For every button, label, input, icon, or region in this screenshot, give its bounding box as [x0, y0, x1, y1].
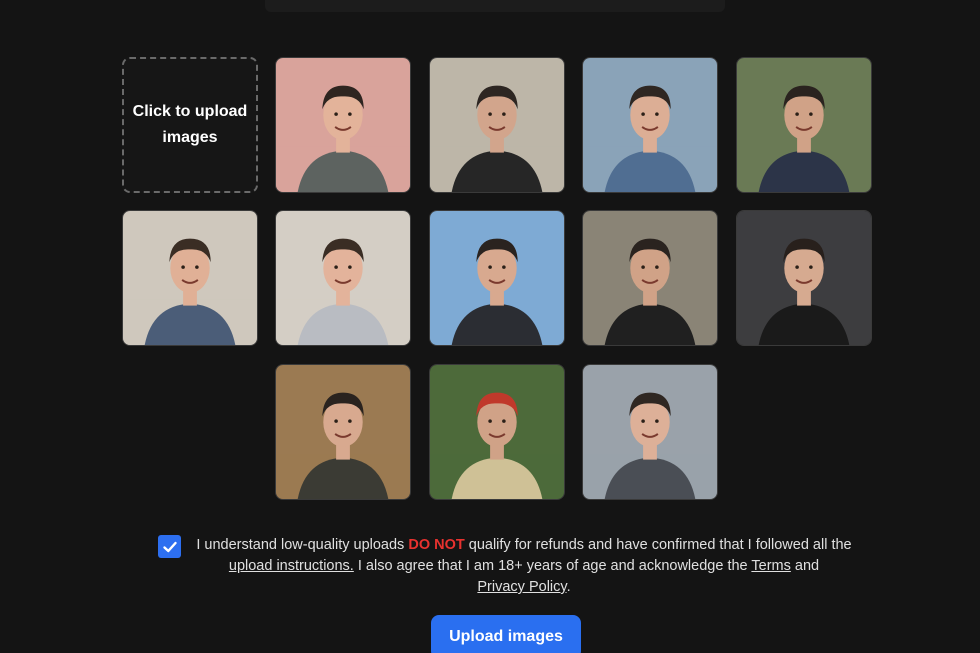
- privacy-policy-link[interactable]: Privacy Policy: [477, 579, 566, 595]
- photo-4[interactable]: [736, 57, 872, 193]
- upload-dropzone[interactable]: Click to upload images: [122, 57, 258, 193]
- photo-1[interactable]: [275, 57, 411, 193]
- photo-5[interactable]: [122, 210, 258, 346]
- photo-9[interactable]: [736, 210, 872, 346]
- photo-6[interactable]: [275, 210, 411, 346]
- consent-text-part: I also agree that I am 18+ years of age …: [353, 558, 752, 574]
- photo-3[interactable]: [582, 57, 718, 193]
- photo-2-image: [430, 58, 564, 192]
- upload-dropzone-label: Click to upload images: [132, 103, 248, 146]
- photo-1-image: [276, 58, 410, 192]
- do-not-emphasis: DO NOT: [408, 537, 465, 553]
- photo-2[interactable]: [429, 57, 565, 193]
- photo-8-image: [583, 211, 717, 345]
- photo-7[interactable]: [429, 210, 565, 346]
- consent-text-part: and: [790, 558, 820, 574]
- photo-11[interactable]: [429, 364, 565, 500]
- terms-link[interactable]: Terms: [751, 558, 790, 574]
- photo-11-image: [430, 365, 564, 499]
- photo-8[interactable]: [582, 210, 718, 346]
- consent-text: I understand low-quality uploads DO NOT …: [194, 535, 854, 598]
- photo-10[interactable]: [275, 364, 411, 500]
- consent-text-part: I understand low-quality uploads: [196, 537, 409, 553]
- photo-grid: Click to upload images: [122, 57, 874, 502]
- checkmark-icon: [162, 541, 177, 552]
- photo-10-image: [276, 365, 410, 499]
- photo-9-image: [737, 211, 871, 345]
- photo-5-image: [123, 211, 257, 345]
- upload-instructions-link[interactable]: upload instructions.: [229, 558, 354, 574]
- top-bar: [265, 0, 725, 12]
- consent-text-part: qualify for refunds and have confirmed t…: [464, 537, 852, 553]
- consent-checkbox[interactable]: [158, 535, 181, 558]
- photo-12[interactable]: [582, 364, 718, 500]
- photo-12-image: [583, 365, 717, 499]
- photo-3-image: [583, 58, 717, 192]
- photo-7-image: [430, 211, 564, 345]
- upload-images-button[interactable]: Upload images: [431, 615, 581, 653]
- photo-4-image: [737, 58, 871, 192]
- photo-6-image: [276, 211, 410, 345]
- consent-text-part: .: [566, 579, 571, 595]
